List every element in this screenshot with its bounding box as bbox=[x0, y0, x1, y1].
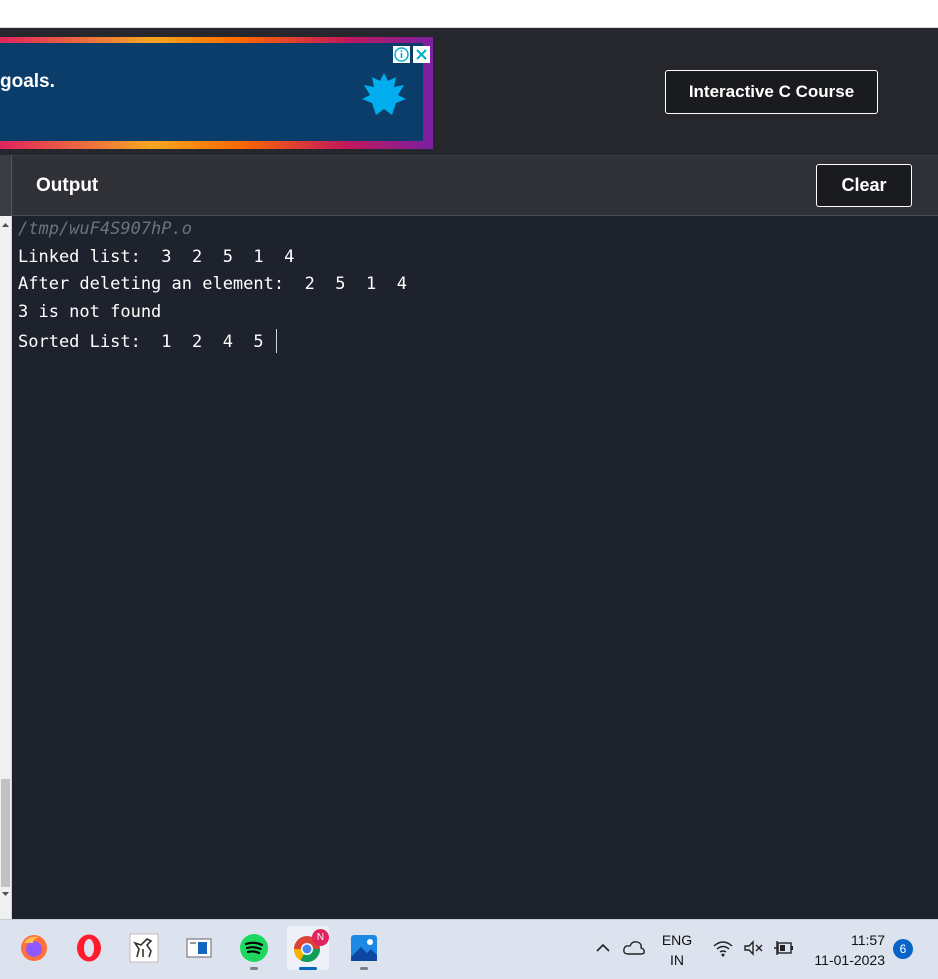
console-line: After deleting an element: 2 5 1 4 bbox=[18, 274, 407, 294]
taskbar-dinosaur-app[interactable] bbox=[123, 926, 165, 970]
ad-text: goals. bbox=[0, 71, 55, 92]
taskbar-firefox[interactable] bbox=[13, 926, 55, 970]
console-line: Linked list: 3 2 5 1 4 bbox=[18, 247, 295, 267]
editor-pane-edge bbox=[0, 155, 12, 216]
language-indicator[interactable]: ENG IN bbox=[656, 930, 698, 970]
language-region: IN bbox=[670, 952, 684, 968]
volume-muted-icon[interactable] bbox=[742, 939, 764, 957]
console-line: 3 is not found bbox=[18, 302, 162, 322]
taskbar-reader-app[interactable] bbox=[178, 926, 220, 970]
running-indicator bbox=[250, 967, 258, 970]
output-toolbar: Output Clear bbox=[0, 155, 938, 216]
clear-button[interactable]: Clear bbox=[816, 164, 912, 207]
language-code: ENG bbox=[661, 932, 693, 948]
output-title: Output bbox=[36, 175, 99, 196]
interactive-c-course-button[interactable]: Interactive C Course bbox=[665, 70, 878, 114]
notification-count-badge[interactable]: 6 bbox=[893, 939, 913, 959]
taskbar-chrome[interactable]: N bbox=[287, 926, 329, 970]
clock-date: 11-01-2023 bbox=[814, 952, 885, 968]
taskbar-photos[interactable] bbox=[343, 926, 385, 970]
chevron-up-icon[interactable] bbox=[594, 941, 612, 955]
ad-close-icon[interactable] bbox=[413, 46, 430, 63]
console-line-path: /tmp/wuF4S907hP.o bbox=[18, 219, 192, 239]
browser-top-strip bbox=[0, 0, 938, 28]
windows-taskbar: N ENG IN 11:57 11-01-2023 6 bbox=[0, 919, 938, 979]
reader-app-icon bbox=[186, 938, 212, 958]
chrome-profile-badge: N bbox=[312, 929, 329, 946]
spotify-icon bbox=[240, 934, 268, 962]
vertical-scrollbar[interactable] bbox=[0, 216, 12, 919]
dinosaur-app-icon bbox=[129, 933, 159, 963]
system-clock[interactable]: 11:57 11-01-2023 bbox=[805, 930, 885, 970]
advertisement-banner[interactable]: goals. bbox=[0, 37, 433, 149]
scroll-up-arrow-icon[interactable] bbox=[0, 220, 11, 230]
wifi-icon[interactable] bbox=[712, 939, 734, 957]
ad-background: goals. bbox=[0, 43, 423, 141]
taskbar-opera[interactable] bbox=[68, 926, 110, 970]
onedrive-cloud-icon[interactable] bbox=[622, 939, 646, 957]
scroll-thumb[interactable] bbox=[1, 779, 10, 887]
taskbar-spotify[interactable] bbox=[233, 926, 275, 970]
scroll-down-arrow-icon[interactable] bbox=[0, 889, 11, 899]
active-indicator bbox=[299, 967, 317, 970]
photos-icon bbox=[351, 935, 377, 961]
eagle-logo-icon bbox=[362, 73, 406, 115]
console-line-text: Sorted List: 1 2 4 5 bbox=[18, 332, 274, 352]
opera-icon bbox=[77, 934, 101, 962]
console-line-last: Sorted List: 1 2 4 5 bbox=[18, 329, 277, 353]
battery-charging-icon[interactable] bbox=[773, 939, 795, 957]
running-indicator bbox=[360, 967, 368, 970]
site-header: goals. Interactive C Course bbox=[0, 28, 938, 155]
clock-time: 11:57 bbox=[851, 932, 885, 948]
ad-info-icon[interactable] bbox=[393, 46, 410, 63]
output-console[interactable]: /tmp/wuF4S907hP.o Linked list: 3 2 5 1 4… bbox=[12, 216, 938, 919]
text-cursor bbox=[275, 329, 277, 353]
firefox-icon bbox=[21, 935, 47, 961]
